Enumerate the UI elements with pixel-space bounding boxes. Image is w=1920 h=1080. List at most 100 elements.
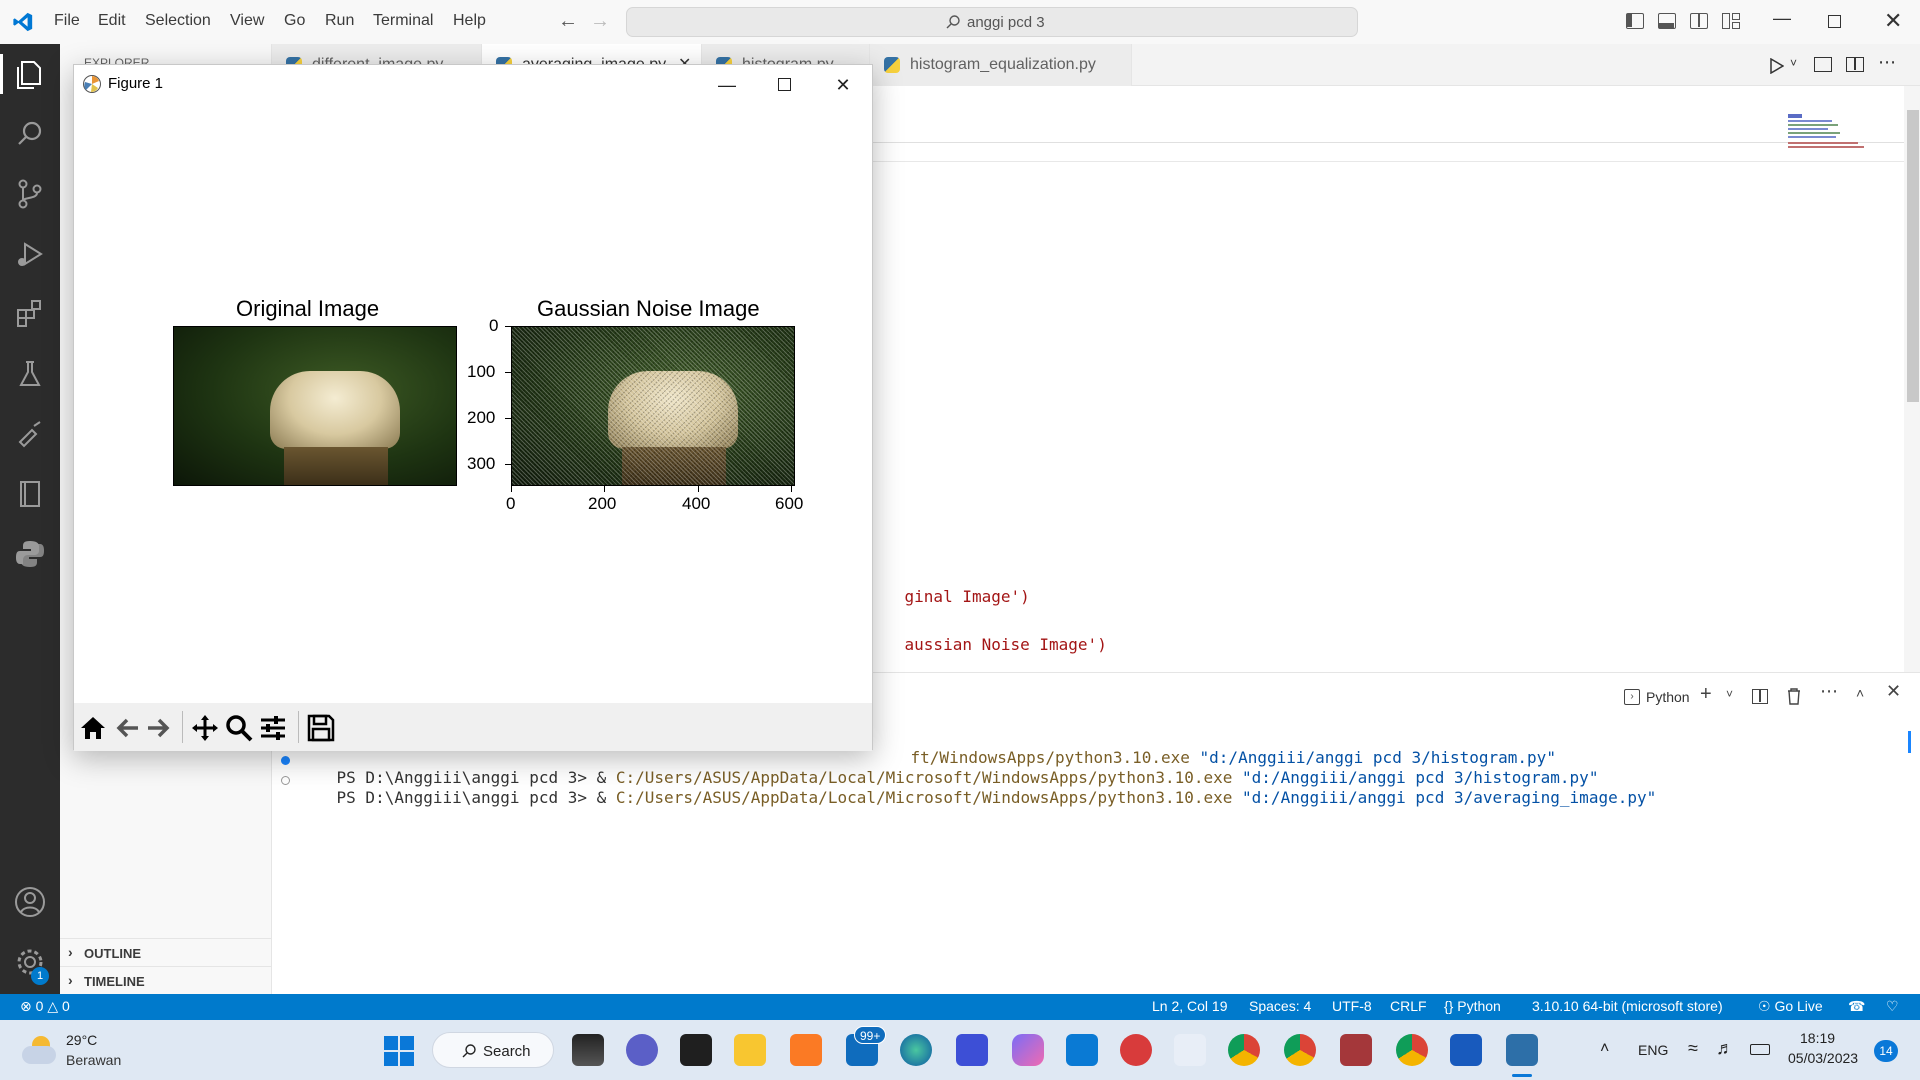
menu-edit[interactable]: Edit [98, 12, 126, 30]
testing-icon[interactable] [12, 356, 48, 392]
split-terminal-icon[interactable] [1752, 689, 1768, 704]
battery-icon[interactable] [1750, 1044, 1770, 1055]
run-python-file-icon[interactable] [1770, 58, 1784, 74]
minimize-icon[interactable]: — [1773, 8, 1791, 29]
menu-run[interactable]: Run [325, 12, 354, 30]
terminal-app-icon[interactable] [680, 1034, 712, 1066]
toggle-panel-icon[interactable] [1658, 13, 1676, 29]
menu-help[interactable]: Help [453, 12, 486, 30]
explorer-icon[interactable] [12, 56, 48, 92]
warning-icon: △ [47, 998, 59, 1014]
accounts-icon[interactable] [12, 884, 48, 920]
run-debug-icon[interactable] [12, 236, 48, 272]
chevron-up-icon[interactable]: ˄ [1600, 1040, 1609, 1058]
more-actions-icon[interactable]: ⋯ [1820, 681, 1838, 702]
back-arrow-icon[interactable] [112, 713, 142, 743]
trash-icon[interactable] [1786, 687, 1802, 705]
edge-browser-icon[interactable] [900, 1034, 932, 1066]
menu-selection[interactable]: Selection [145, 12, 211, 30]
x-tick-mark [511, 486, 512, 492]
back-arrow-icon[interactable]: ← [558, 10, 578, 33]
chevron-down-icon[interactable]: ˅ [1726, 687, 1733, 701]
forward-arrow-icon[interactable] [144, 713, 174, 743]
python-icon[interactable] [12, 536, 48, 572]
chrome-icon[interactable] [1284, 1034, 1316, 1066]
wifi-icon[interactable]: ≈ [1688, 1038, 1698, 1059]
menu-file[interactable]: File [54, 12, 80, 30]
menu-terminal[interactable]: Terminal [373, 12, 433, 30]
menu-view[interactable]: View [230, 12, 264, 30]
split-editor-icon[interactable] [1846, 57, 1864, 72]
command-center-search[interactable]: anggi pcd 3 [626, 7, 1358, 37]
taskbar-search[interactable]: Search [432, 1032, 554, 1068]
task-view-icon[interactable] [572, 1034, 604, 1066]
remote-explorer-icon[interactable] [12, 416, 48, 452]
notification-count-badge[interactable]: 14 [1874, 1040, 1898, 1062]
encoding[interactable]: UTF-8 [1332, 998, 1372, 1014]
chevron-down-icon[interactable]: ˅ [1790, 56, 1797, 70]
braces-icon: {} [1444, 998, 1454, 1014]
figure-close-button[interactable]: ✕ [814, 65, 872, 105]
word-icon[interactable] [1450, 1034, 1482, 1066]
cursor-position[interactable]: Ln 2, Col 19 [1152, 998, 1228, 1014]
zoom-magnifier-icon[interactable] [224, 713, 254, 743]
source-control-icon[interactable] [12, 176, 48, 212]
python-interpreter[interactable]: 3.10.10 64-bit (microsoft store) [1532, 998, 1723, 1014]
access-icon[interactable] [1340, 1034, 1372, 1066]
copilot-icon[interactable] [1012, 1034, 1044, 1066]
timeline-section[interactable]: › TIMELINE [60, 966, 272, 994]
figure-minimize-button[interactable]: — [698, 65, 756, 105]
teams-chat-icon[interactable] [626, 1034, 658, 1066]
more-actions-icon[interactable]: ⋯ [1878, 52, 1896, 73]
chrome-work-icon[interactable] [1396, 1034, 1428, 1066]
y-tick-mark [505, 326, 511, 327]
feedback-icon[interactable]: ☎ [1848, 998, 1865, 1015]
save-floppy-icon[interactable] [306, 713, 336, 743]
new-terminal-icon[interactable]: + [1700, 683, 1712, 706]
clock-time[interactable]: 18:19 [1800, 1030, 1835, 1046]
terminal-scrollbar[interactable] [1908, 731, 1911, 753]
python-figure-icon[interactable] [1506, 1034, 1538, 1066]
indentation[interactable]: Spaces: 4 [1249, 998, 1311, 1014]
volume-icon[interactable]: ♬ [1716, 1038, 1734, 1059]
start-button[interactable] [384, 1036, 414, 1066]
language-mode[interactable]: {} Python [1444, 998, 1501, 1014]
open-changes-icon[interactable] [1814, 57, 1832, 72]
chevron-up-icon[interactable]: ˄ [1856, 685, 1864, 701]
figure-maximize-button[interactable] [756, 65, 814, 105]
pan-move-icon[interactable] [190, 713, 220, 743]
outline-section[interactable]: › OUTLINE [60, 938, 272, 966]
chrome-profile-icon[interactable] [1228, 1034, 1260, 1066]
language-indicator[interactable]: ENG [1638, 1042, 1668, 1058]
notifications-bell-icon[interactable]: ♡ [1886, 998, 1899, 1015]
w-app-icon[interactable] [1174, 1034, 1206, 1066]
red-app-icon[interactable] [1120, 1034, 1152, 1066]
configure-subplots-icon[interactable] [258, 713, 288, 743]
search-icon[interactable] [12, 116, 48, 152]
matplotlib-figure-window[interactable]: Figure 1 — ✕ Original Image Gaussian Noi… [73, 64, 873, 751]
toggle-secondary-sidebar-icon[interactable] [1690, 13, 1708, 29]
vertical-scrollbar[interactable] [1904, 86, 1920, 672]
command-success-dot [281, 756, 290, 765]
menu-go[interactable]: Go [284, 12, 305, 30]
xampp-icon[interactable] [790, 1034, 822, 1066]
problems-indicator[interactable]: ⊗ 0 △ 0 [20, 998, 70, 1015]
file-explorer-icon[interactable] [734, 1034, 766, 1066]
tab-histogram-equalization[interactable]: histogram_equalization.py [870, 44, 1132, 86]
customize-layout-icon[interactable] [1722, 13, 1740, 29]
restore-icon[interactable] [1828, 15, 1841, 28]
home-icon[interactable] [78, 713, 108, 743]
notebook-icon[interactable] [12, 476, 48, 512]
forward-arrow-icon[interactable]: → [590, 10, 610, 33]
close-icon[interactable]: ✕ [1884, 8, 1902, 34]
code-string: aussian Noise Image') [904, 635, 1107, 654]
toggle-primary-sidebar-icon[interactable] [1626, 13, 1644, 29]
extensions-icon[interactable] [12, 296, 48, 332]
vscode-taskbar-icon[interactable] [1066, 1034, 1098, 1066]
line-ending[interactable]: CRLF [1390, 998, 1427, 1014]
go-live-button[interactable]: ☉ Go Live [1758, 998, 1823, 1015]
vpn-app-icon[interactable] [956, 1034, 988, 1066]
clock-date[interactable]: 05/03/2023 [1788, 1050, 1858, 1066]
close-panel-icon[interactable]: ✕ [1886, 681, 1901, 702]
weather-widget[interactable]: 29°C Berawan [22, 1032, 142, 1072]
